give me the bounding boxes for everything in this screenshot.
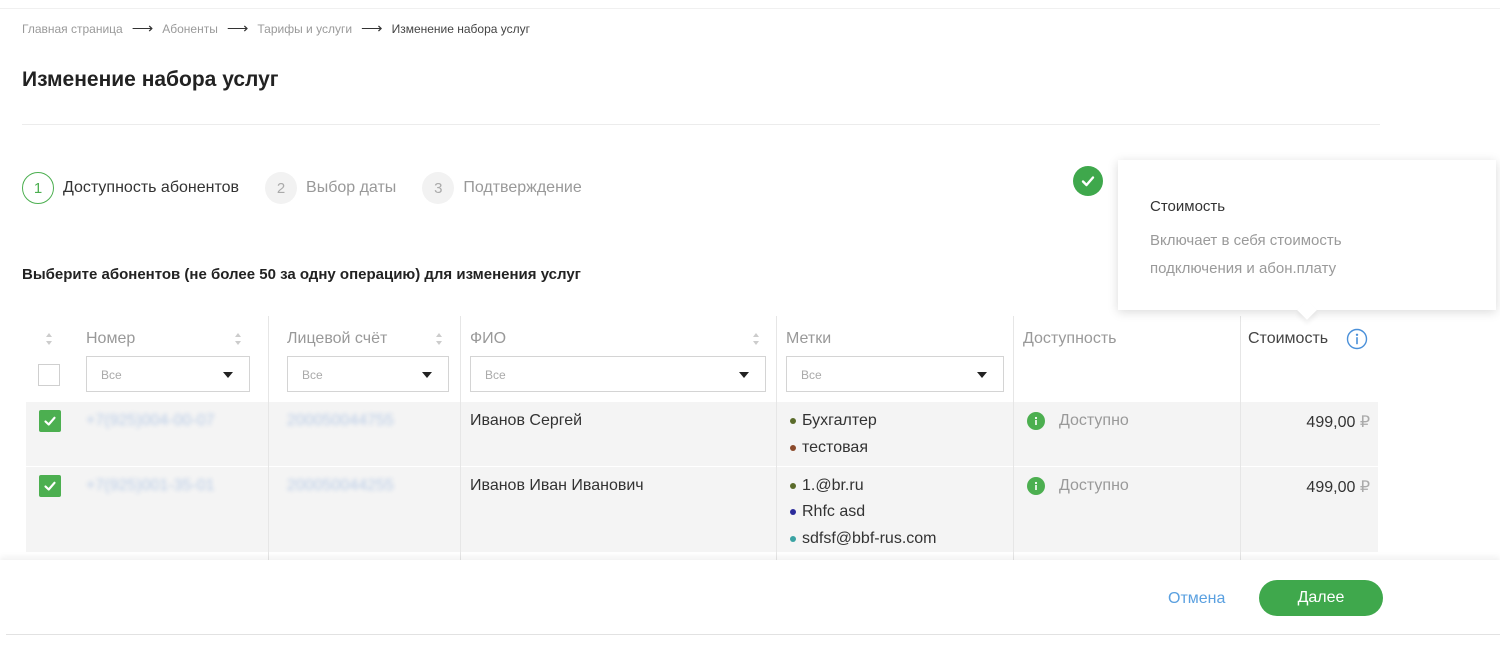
- footer-divider: [6, 634, 1500, 635]
- column-divider: [776, 316, 777, 562]
- account-filter-select[interactable]: Все: [287, 356, 449, 392]
- caret-down-icon: [422, 372, 432, 378]
- arrow-right-icon: ⟶: [131, 20, 154, 37]
- sort-icon[interactable]: [234, 332, 242, 346]
- page-title: Изменение набора услуг: [22, 68, 279, 91]
- subscribers-table: Номер Все Лицевой счёт Все ФИО Все Метки…: [26, 316, 1378, 562]
- caret-down-icon: [223, 372, 233, 378]
- subscriber-fio: Иванов Сергей: [470, 412, 583, 429]
- cancel-button[interactable]: Отмена: [1168, 590, 1225, 608]
- filter-value: Все: [485, 368, 506, 382]
- arrow-right-icon: ⟶: [361, 20, 383, 37]
- select-all-checkbox[interactable]: [38, 364, 60, 386]
- row-divider: [26, 466, 1378, 467]
- step-availability: 1 Доступность абонентов: [22, 172, 239, 204]
- column-header-cost: Стоимость: [1248, 330, 1329, 347]
- filter-value: Все: [801, 368, 822, 382]
- caret-down-icon: [977, 372, 987, 378]
- column-header-availability: Доступность: [1023, 330, 1117, 347]
- tag-item: 1.@br.ru: [790, 477, 864, 495]
- tags-filter-select[interactable]: Все: [786, 356, 1004, 392]
- subscriber-number[interactable]: +7(925)001-35-01: [86, 477, 215, 495]
- selection-instruction: Выберите абонентов (не более 50 за одну …: [22, 266, 581, 283]
- next-button[interactable]: Далее: [1259, 580, 1383, 616]
- title-divider: [22, 124, 1380, 125]
- info-filled-icon: [1027, 477, 1045, 495]
- column-header-fio[interactable]: ФИО: [470, 330, 506, 348]
- breadcrumb-tariffs[interactable]: Тарифы и услуги: [257, 22, 352, 36]
- breadcrumb-home[interactable]: Главная страница: [22, 22, 123, 36]
- filter-value: Все: [302, 368, 323, 382]
- tag-item: Бухгалтер: [790, 412, 877, 430]
- tag-label: 1.@br.ru: [802, 477, 864, 494]
- subscriber-fio: Иванов Иван Иванович: [470, 477, 644, 494]
- step-label: Доступность абонентов: [63, 179, 240, 196]
- column-header-number[interactable]: Номер: [86, 330, 135, 348]
- tag-label: Бухгалтер: [802, 412, 877, 429]
- column-divider: [268, 316, 269, 562]
- tag-dot: [790, 483, 796, 489]
- stepper: 1 Доступность абонентов 2 Выбор даты 3 П…: [22, 172, 608, 204]
- column-divider: [1013, 316, 1014, 562]
- filter-value: Все: [101, 368, 122, 382]
- row-cost: 499,00 ₽: [1250, 477, 1370, 497]
- tag-label: Rhfc asd: [802, 503, 866, 520]
- subscriber-number[interactable]: +7(925)004-00-07: [86, 412, 215, 430]
- row-checkbox[interactable]: [39, 475, 61, 497]
- tooltip-title: Стоимость: [1150, 198, 1226, 215]
- availability-label: Доступно: [1059, 477, 1129, 494]
- tag-item: Rhfc asd: [790, 503, 865, 521]
- tag-dot: [790, 445, 796, 451]
- step-confirmation: 3 Подтверждение: [422, 172, 582, 204]
- cost-value: 499,00: [1306, 479, 1356, 496]
- tag-label: sdfsf@bbf-rus.com: [802, 530, 937, 547]
- column-header-tags[interactable]: Метки: [786, 330, 831, 348]
- tag-label: тестовая: [802, 439, 868, 456]
- currency-symbol: ₽: [1359, 479, 1370, 496]
- column-divider: [1240, 316, 1241, 562]
- arrow-right-icon: ⟶: [226, 20, 249, 37]
- step-label: Выбор даты: [306, 179, 397, 196]
- account-number[interactable]: 200050044755: [287, 412, 394, 430]
- step-number: 3: [422, 172, 455, 204]
- tooltip-text: Включает в себя стоимость подключения и …: [1150, 232, 1342, 277]
- cost-value: 499,00: [1306, 414, 1356, 431]
- row-cost: 499,00 ₽: [1250, 412, 1370, 432]
- sort-icon[interactable]: [45, 332, 53, 346]
- info-icon[interactable]: [1346, 328, 1368, 350]
- cost-tooltip: Стоимость Включает в себя стоимость подк…: [1118, 160, 1496, 320]
- availability-status: Доступно: [1027, 412, 1129, 430]
- tag-item: тестовая: [790, 439, 868, 457]
- column-divider: [460, 316, 461, 562]
- tag-item: sdfsf@bbf-rus.com: [790, 530, 937, 548]
- number-filter-select[interactable]: Все: [86, 356, 250, 392]
- availability-status: Доступно: [1027, 477, 1129, 495]
- tag-dot: [790, 418, 796, 424]
- tag-dot: [790, 536, 796, 542]
- action-footer: Отмена Далее: [0, 560, 1500, 646]
- breadcrumb-subscribers[interactable]: Абоненты: [162, 22, 218, 36]
- breadcrumb: Главная страница ⟶ Абоненты ⟶ Тарифы и у…: [22, 20, 531, 37]
- step-number: 2: [265, 172, 298, 204]
- row-checkbox[interactable]: [39, 410, 61, 432]
- sort-icon[interactable]: [752, 332, 760, 346]
- availability-label: Доступно: [1059, 412, 1129, 429]
- rows-background: [26, 402, 1378, 552]
- step-number: 1: [22, 172, 54, 204]
- currency-symbol: ₽: [1359, 414, 1370, 431]
- tag-dot: [790, 509, 796, 515]
- info-filled-icon: [1027, 412, 1045, 430]
- column-header-account[interactable]: Лицевой счёт: [287, 330, 387, 348]
- check-circle-icon: [1073, 166, 1103, 196]
- sort-icon[interactable]: [435, 332, 443, 346]
- breadcrumb-current: Изменение набора услуг: [391, 22, 531, 36]
- caret-down-icon: [739, 372, 749, 378]
- fio-filter-select[interactable]: Все: [470, 356, 766, 392]
- step-label: Подтверждение: [463, 179, 582, 196]
- account-number[interactable]: 200050044255: [287, 477, 394, 495]
- top-divider: [0, 8, 1500, 9]
- step-date: 2 Выбор даты: [265, 172, 396, 204]
